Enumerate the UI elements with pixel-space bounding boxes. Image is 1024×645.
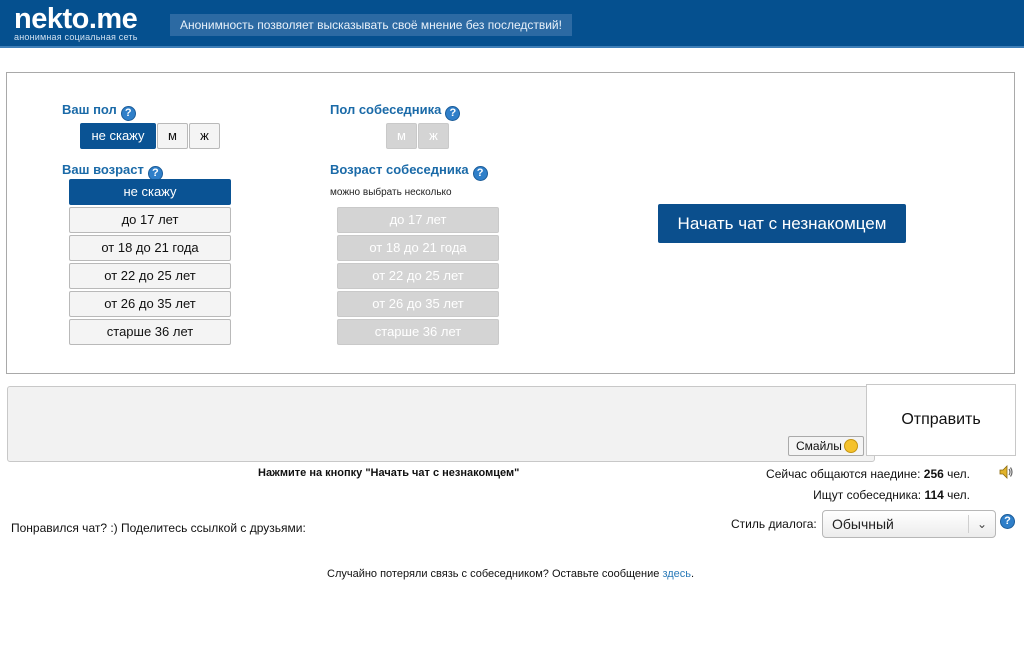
help-icon[interactable]: ?: [1000, 514, 1015, 529]
partner-age-button-26-35[interactable]: от 26 до 35 лет: [337, 291, 499, 317]
partner-age-button-18-21[interactable]: от 18 до 21 года: [337, 235, 499, 261]
footer-link[interactable]: здесь: [662, 568, 691, 580]
your-gender-button-female[interactable]: ж: [189, 123, 220, 149]
your-age-button-22-25[interactable]: от 22 до 25 лет: [69, 263, 231, 289]
instruction-text: Нажмите на кнопку "Начать чат с незнаком…: [258, 467, 520, 479]
your-age-button-under-17[interactable]: до 17 лет: [69, 207, 231, 233]
partner-gender-label-text: Пол собеседника: [330, 102, 442, 117]
help-icon[interactable]: ?: [445, 106, 461, 121]
partner-gender-button-female[interactable]: ж: [418, 123, 449, 149]
partner-gender-button-male[interactable]: м: [386, 123, 417, 149]
help-icon[interactable]: ?: [472, 166, 488, 181]
chatting-label: Сейчас общаются наедине:: [766, 467, 924, 481]
partner-age-label-text: Возраст собеседника: [330, 162, 469, 177]
logo[interactable]: nekto.me анонимная социальная сеть: [14, 4, 138, 42]
chevron-down-icon: ⌄: [976, 517, 987, 531]
logo-text: nekto.me: [14, 3, 138, 35]
share-text: Понравился чат? :) Поделитесь ссылкой с …: [11, 521, 306, 535]
partner-age-button-under-17[interactable]: до 17 лет: [337, 207, 499, 233]
partner-gender-label: Пол собеседника?: [330, 102, 461, 121]
your-gender-label: Ваш пол?: [62, 102, 136, 121]
your-gender-button-male[interactable]: м: [157, 123, 188, 149]
your-age-button-unspecified[interactable]: не скажу: [69, 179, 231, 205]
your-age-button-26-35[interactable]: от 26 до 35 лет: [69, 291, 231, 317]
your-gender-label-text: Ваш пол: [62, 102, 117, 117]
chatting-count-line: Сейчас общаются наедине: 256 чел.: [766, 467, 970, 481]
partner-age-button-22-25[interactable]: от 22 до 25 лет: [337, 263, 499, 289]
footer-text: Случайно потеряли связь с собеседником? …: [327, 568, 694, 580]
message-input[interactable]: [7, 386, 875, 462]
select-divider: [968, 515, 969, 533]
dialog-style-select[interactable]: Обычный ⌄: [822, 510, 996, 538]
logo-subtitle: анонимная социальная сеть: [14, 32, 138, 42]
searching-label: Ищут собеседника:: [813, 488, 925, 502]
send-button[interactable]: Отправить: [866, 384, 1016, 456]
your-age-button-18-21[interactable]: от 18 до 21 года: [69, 235, 231, 261]
your-gender-button-unspecified[interactable]: не скажу: [80, 123, 156, 149]
your-age-label-text: Ваш возраст: [62, 162, 144, 177]
partner-age-hint: можно выбрать несколько: [330, 187, 452, 198]
chatting-unit: чел.: [943, 467, 970, 481]
dialog-style-selected: Обычный: [832, 516, 894, 532]
smiles-button-label: Смайлы: [796, 439, 842, 453]
footer-period: .: [691, 568, 695, 580]
help-icon[interactable]: ?: [120, 106, 136, 121]
header: nekto.me анонимная социальная сеть Анони…: [0, 0, 1024, 48]
footer-message: Случайно потеряли связь с собеседником? …: [327, 568, 663, 580]
partner-age-button-over-36[interactable]: старше 36 лет: [337, 319, 499, 345]
slogan: Анонимность позволяет высказывать своё м…: [170, 14, 572, 36]
speaker-icon[interactable]: [998, 464, 1014, 480]
chatting-count: 256: [923, 467, 944, 481]
searching-count-line: Ищут собеседника: 114 чел.: [813, 488, 970, 502]
searching-unit: чел.: [943, 488, 970, 502]
partner-age-label: Возраст собеседника?: [330, 162, 488, 181]
smiles-button[interactable]: Смайлы: [788, 436, 864, 456]
smile-icon: [844, 439, 858, 453]
start-chat-button[interactable]: Начать чат с незнакомцем: [658, 204, 906, 243]
searching-count: 114: [924, 488, 944, 502]
your-age-button-over-36[interactable]: старше 36 лет: [69, 319, 231, 345]
dialog-style-label: Стиль диалога:: [731, 517, 817, 531]
